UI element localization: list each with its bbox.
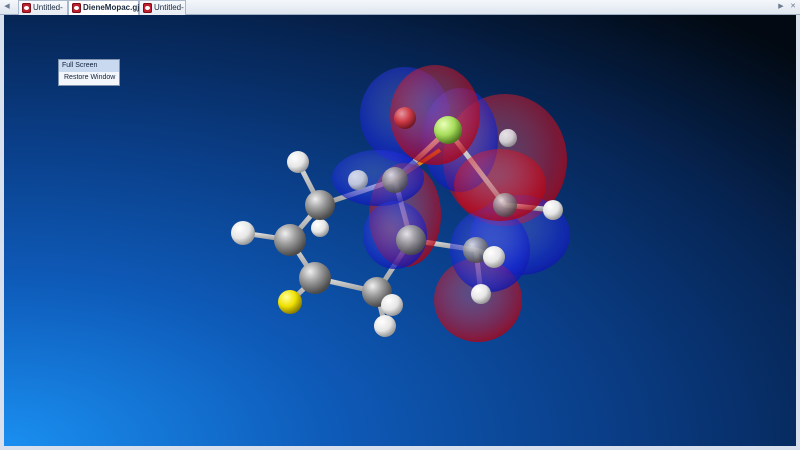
tab-dienemopac[interactable]: DieneMopac.gjf* [68, 0, 145, 15]
hydrogen-atom [287, 151, 309, 173]
gaussian-document-icon [72, 3, 81, 13]
carbon-atom [274, 224, 306, 256]
context-menu: Full Screen Restore Window [58, 59, 120, 86]
window-border-right [796, 15, 800, 450]
molecule-model[interactable] [4, 15, 796, 446]
carbon-atom [305, 190, 335, 220]
chlorine-atom [434, 116, 462, 144]
document-tab-strip: ◀ Untitled-1 DieneMopac.gjf* Untitled-2 … [0, 0, 800, 25]
gaussian-document-icon [22, 3, 31, 13]
molecule-3d-viewport[interactable]: Full Screen Restore Window [4, 15, 796, 446]
carbon-atom [396, 225, 426, 255]
carbon-atom [299, 262, 331, 294]
chevron-left-icon[interactable]: ◀ [2, 2, 12, 12]
sulfur-atom [278, 290, 302, 314]
hydrogen-atom [499, 129, 517, 147]
chevron-right-icon[interactable]: ▶ [776, 2, 786, 12]
gaussian-document-icon [143, 3, 152, 13]
oxygen-atom [394, 107, 416, 129]
hydrogen-atom [231, 221, 255, 245]
hydrogen-atom [381, 294, 403, 316]
menu-item-restore-window[interactable]: Restore Window [59, 72, 119, 84]
hydrogen-atom [471, 284, 491, 304]
hydrogen-atom [483, 246, 505, 268]
hydrogen-atom [543, 200, 563, 220]
hydrogen-atom [348, 170, 368, 190]
tab-label: DieneMopac.gjf* [83, 3, 146, 12]
tab-untitled-2[interactable]: Untitled-2 [139, 0, 186, 25]
window-border-bottom [0, 446, 800, 450]
orbital-lobe-negative [332, 150, 424, 206]
menu-item-full-screen[interactable]: Full Screen [59, 60, 119, 72]
hydrogen-atom [374, 315, 396, 337]
tab-untitled-1[interactable]: Untitled-1 [18, 0, 68, 25]
carbon-atom [493, 193, 517, 217]
carbon-atom [382, 167, 408, 193]
hydrogen-atom [311, 219, 329, 237]
close-icon[interactable]: ✕ [788, 2, 798, 12]
